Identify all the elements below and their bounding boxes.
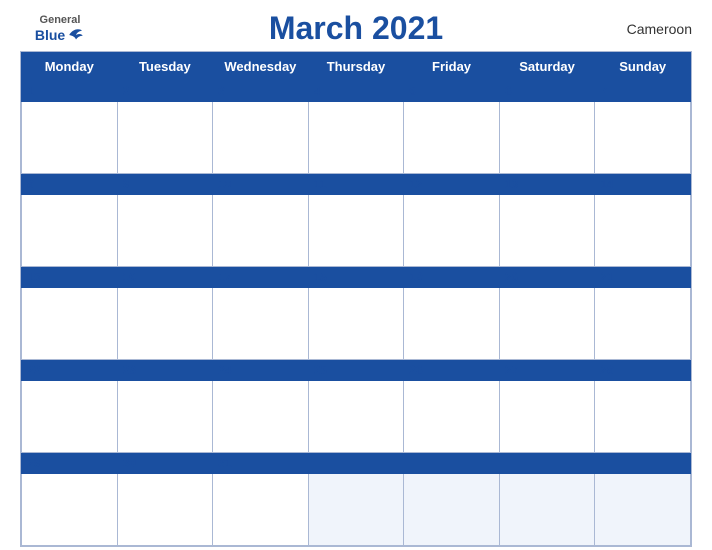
- date-cell-10: [213, 195, 309, 267]
- date-number-empty: [595, 453, 691, 474]
- date-number-14: 14: [595, 174, 691, 195]
- date-cell-7: [595, 102, 691, 174]
- country-label: Cameroon: [612, 21, 692, 37]
- date-number-22: 22: [22, 360, 118, 381]
- date-number-7: 7: [595, 81, 691, 102]
- date-number-17: 17: [213, 267, 309, 288]
- date-cell-23: [117, 381, 213, 453]
- date-number-4: 4: [308, 81, 404, 102]
- week-numbers-row-4: 22232425262728: [22, 360, 691, 381]
- date-cell-2: [117, 102, 213, 174]
- date-number-9: 9: [117, 174, 213, 195]
- calendar-title: March 2021: [100, 10, 612, 47]
- week-numbers-row-1: 1234567: [22, 81, 691, 102]
- date-cell-28: [595, 381, 691, 453]
- date-cell-27: [499, 381, 595, 453]
- date-cell-empty-3: [308, 474, 404, 546]
- date-number-27: 27: [499, 360, 595, 381]
- date-cell-22: [22, 381, 118, 453]
- date-number-empty: [499, 453, 595, 474]
- week-content-row-4: [22, 381, 691, 453]
- date-cell-12: [404, 195, 500, 267]
- date-number-5: 5: [404, 81, 500, 102]
- date-cell-17: [213, 288, 309, 360]
- date-cell-21: [595, 288, 691, 360]
- date-number-20: 20: [499, 267, 595, 288]
- week-numbers-row-5: 293031: [22, 453, 691, 474]
- date-number-8: 8: [22, 174, 118, 195]
- date-number-3: 3: [213, 81, 309, 102]
- day-header-thursday: Thursday: [308, 53, 404, 81]
- week-content-row-3: [22, 288, 691, 360]
- date-cell-13: [499, 195, 595, 267]
- date-number-29: 29: [22, 453, 118, 474]
- day-header-monday: Monday: [22, 53, 118, 81]
- date-number-23: 23: [117, 360, 213, 381]
- date-cell-11: [308, 195, 404, 267]
- date-number-24: 24: [213, 360, 309, 381]
- date-cell-31: [213, 474, 309, 546]
- date-number-12: 12: [404, 174, 500, 195]
- logo-bird-icon: [67, 26, 85, 44]
- date-number-10: 10: [213, 174, 309, 195]
- date-cell-29: [22, 474, 118, 546]
- date-number-empty: [308, 453, 404, 474]
- day-header-friday: Friday: [404, 53, 500, 81]
- date-cell-9: [117, 195, 213, 267]
- date-number-19: 19: [404, 267, 500, 288]
- date-number-26: 26: [404, 360, 500, 381]
- date-cell-25: [308, 381, 404, 453]
- date-cell-19: [404, 288, 500, 360]
- date-cell-5: [404, 102, 500, 174]
- date-cell-16: [117, 288, 213, 360]
- week-numbers-row-3: 15161718192021: [22, 267, 691, 288]
- date-number-21: 21: [595, 267, 691, 288]
- date-cell-24: [213, 381, 309, 453]
- date-cell-4: [308, 102, 404, 174]
- date-number-1: 1: [22, 81, 118, 102]
- date-cell-14: [595, 195, 691, 267]
- date-number-31: 31: [213, 453, 309, 474]
- date-number-11: 11: [308, 174, 404, 195]
- date-number-28: 28: [595, 360, 691, 381]
- date-number-16: 16: [117, 267, 213, 288]
- calendar-table: Monday Tuesday Wednesday Thursday Friday…: [21, 52, 691, 546]
- date-number-15: 15: [22, 267, 118, 288]
- logo: General Blue: [20, 14, 100, 44]
- date-number-25: 25: [308, 360, 404, 381]
- date-number-6: 6: [499, 81, 595, 102]
- day-header-tuesday: Tuesday: [117, 53, 213, 81]
- logo-general-text: General: [40, 14, 81, 26]
- date-number-18: 18: [308, 267, 404, 288]
- date-cell-30: [117, 474, 213, 546]
- date-cell-20: [499, 288, 595, 360]
- date-number-13: 13: [499, 174, 595, 195]
- date-number-30: 30: [117, 453, 213, 474]
- date-cell-6: [499, 102, 595, 174]
- date-cell-15: [22, 288, 118, 360]
- date-cell-empty-4: [404, 474, 500, 546]
- date-cell-26: [404, 381, 500, 453]
- date-cell-18: [308, 288, 404, 360]
- week-numbers-row-2: 891011121314: [22, 174, 691, 195]
- date-number-empty: [404, 453, 500, 474]
- date-number-2: 2: [117, 81, 213, 102]
- date-cell-1: [22, 102, 118, 174]
- day-headers-row: Monday Tuesday Wednesday Thursday Friday…: [22, 53, 691, 81]
- date-cell-empty-5: [499, 474, 595, 546]
- date-cell-empty-6: [595, 474, 691, 546]
- calendar-header: General Blue March 2021 Cameroon: [20, 10, 692, 47]
- week-content-row-2: [22, 195, 691, 267]
- date-cell-8: [22, 195, 118, 267]
- day-header-wednesday: Wednesday: [213, 53, 309, 81]
- week-content-row-1: [22, 102, 691, 174]
- day-header-saturday: Saturday: [499, 53, 595, 81]
- date-cell-3: [213, 102, 309, 174]
- day-header-sunday: Sunday: [595, 53, 691, 81]
- calendar-grid: Monday Tuesday Wednesday Thursday Friday…: [20, 51, 692, 547]
- week-content-row-5: [22, 474, 691, 546]
- logo-blue-text: Blue: [35, 27, 65, 43]
